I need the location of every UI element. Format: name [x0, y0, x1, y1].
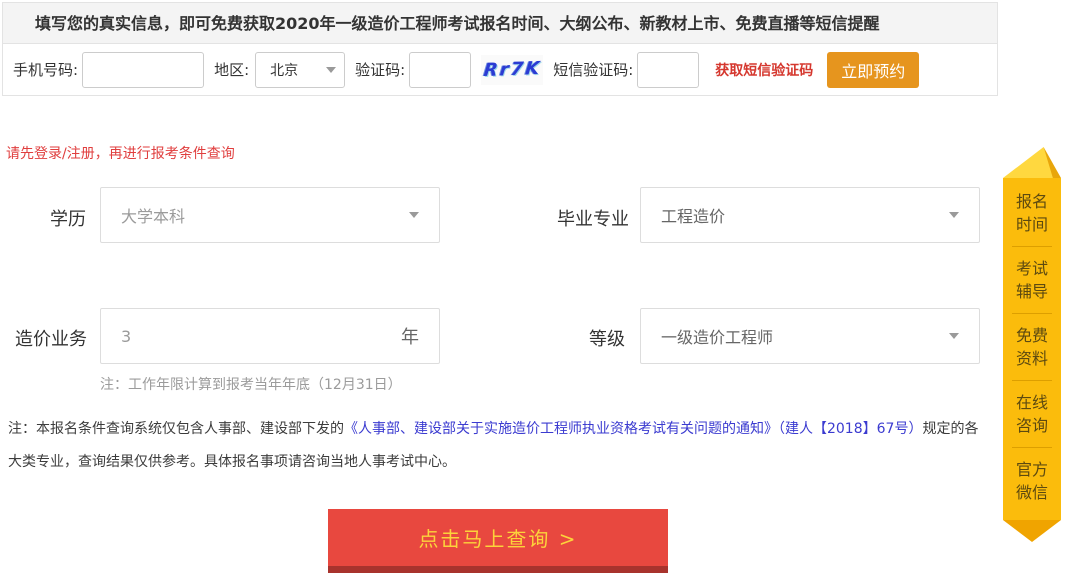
- login-notice: 请先登录/注册，再进行报考条件查询: [6, 146, 235, 162]
- level-label: 等级: [589, 329, 625, 350]
- level-select[interactable]: 一级造价工程师: [640, 308, 980, 364]
- major-label: 毕业专业: [557, 209, 629, 230]
- page: 填写您的真实信息，即可免费获取2020年一级造价工程师考试报名时间、大纲公布、新…: [0, 0, 1072, 573]
- sms-reserve-panel: 填写您的真实信息，即可免费获取2020年一级造价工程师考试报名时间、大纲公布、新…: [2, 2, 998, 96]
- side-ribbon: 报名时间 考试辅导 免费资料 在线咨询 官方微信: [1003, 147, 1061, 542]
- sidebar-item-online-consult[interactable]: 在线咨询: [1013, 380, 1051, 447]
- major-select[interactable]: 工程造价: [640, 187, 980, 243]
- sidebar-item-signup-time[interactable]: 报名时间: [1013, 180, 1051, 246]
- captcha-text: Rr7K: [482, 58, 543, 81]
- major-value: 工程造价: [661, 207, 726, 226]
- education-label: 学历: [50, 209, 86, 230]
- experience-value: 3: [121, 326, 132, 346]
- phone-input[interactable]: [82, 51, 205, 88]
- ribbon-fold: [1003, 147, 1061, 178]
- experience-input[interactable]: 3 年: [100, 308, 440, 364]
- experience-label: 造价业务: [15, 329, 87, 350]
- get-sms-code-link[interactable]: 获取短信验证码: [715, 60, 813, 80]
- sidebar-item-exam-coaching[interactable]: 考试辅导: [1013, 246, 1051, 313]
- reserve-now-button[interactable]: 立即预约: [827, 51, 920, 88]
- sms-code-label: 短信验证码:: [553, 61, 634, 79]
- ribbon-body: 报名时间 考试辅导 免费资料 在线咨询 官方微信: [1003, 178, 1061, 520]
- chevron-down-icon: [949, 333, 959, 339]
- experience-note: 注：工作年限计算到报考当年年底（12月31日）: [100, 377, 402, 393]
- promo-banner: 填写您的真实信息，即可免费获取2020年一级造价工程师考试报名时间、大纲公布、新…: [3, 3, 997, 44]
- region-label: 地区:: [214, 61, 250, 79]
- experience-unit: 年: [401, 327, 419, 348]
- level-value: 一级造价工程师: [661, 328, 774, 347]
- disclaimer-text: 注：本报名条件查询系统仅包含人事部、建设部下发的《人事部、建设部关于实施造价工程…: [8, 413, 988, 479]
- reserve-form-row: 手机号码: 地区: 北京 验证码: Rr7K 短信验证码: 获取短信验证码 立即…: [3, 44, 997, 95]
- captcha-input[interactable]: [409, 51, 472, 88]
- captcha-label: 验证码:: [355, 61, 406, 79]
- disclaimer-prefix: 注：本报名条件查询系统仅包含人事部、建设部下发的: [8, 421, 344, 437]
- sms-code-input[interactable]: [637, 51, 700, 88]
- region-select[interactable]: 北京: [255, 51, 346, 88]
- sidebar-item-official-wechat[interactable]: 官方微信: [1013, 447, 1051, 514]
- ribbon-tail: [1003, 520, 1061, 542]
- query-now-button[interactable]: 点击马上查询 >: [328, 509, 668, 573]
- chevron-down-icon: [949, 212, 959, 218]
- education-select[interactable]: 大学本科: [100, 187, 440, 243]
- captcha-image[interactable]: Rr7K: [481, 54, 544, 85]
- education-value: 大学本科: [121, 207, 186, 226]
- chevron-down-icon: [326, 66, 337, 73]
- region-value: 北京: [270, 62, 299, 79]
- phone-label: 手机号码:: [13, 61, 79, 79]
- sidebar-item-free-material[interactable]: 免费资料: [1013, 313, 1051, 380]
- chevron-down-icon: [409, 212, 419, 218]
- regulation-link[interactable]: 《人事部、建设部关于实施造价工程师执业资格考试有关问题的通知》（建人【2018】…: [344, 421, 922, 437]
